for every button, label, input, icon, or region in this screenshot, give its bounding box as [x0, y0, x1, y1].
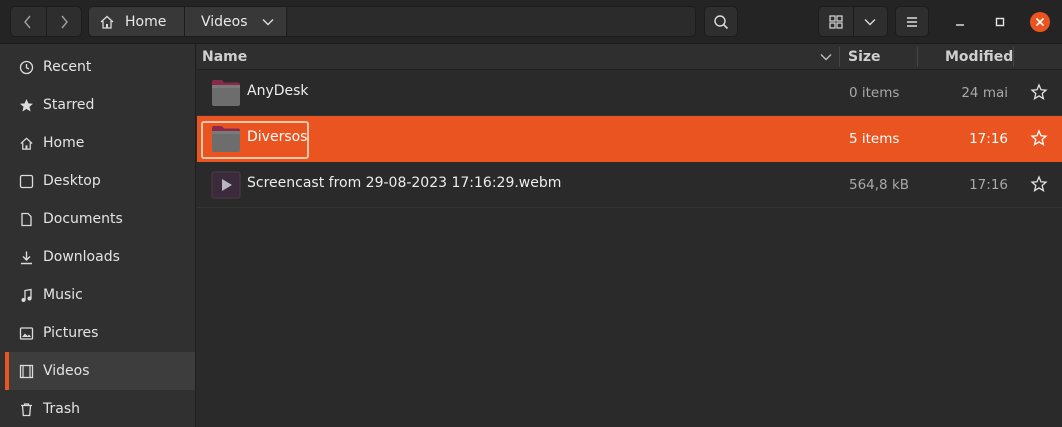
sidebar-item-music[interactable]: Music: [5, 276, 195, 314]
file-modified: 24 mai: [961, 85, 1008, 101]
column-separator: [917, 47, 918, 67]
main-menu-button[interactable]: [895, 6, 929, 37]
column-separator: [839, 47, 840, 67]
sidebar-item-home[interactable]: Home: [5, 124, 195, 162]
search-icon: [714, 14, 729, 29]
path-bar-empty[interactable]: [287, 7, 695, 36]
view-options-chevron-icon: [864, 18, 876, 25]
breadcrumb-videos[interactable]: Videos: [185, 7, 287, 36]
column-separator: [1013, 47, 1014, 67]
clock-icon: [18, 59, 35, 76]
grid-view-button[interactable]: [819, 7, 854, 36]
path-bar: Home Videos: [88, 6, 696, 37]
close-icon: [1030, 12, 1050, 32]
sidebar-item-pictures[interactable]: Pictures: [5, 314, 195, 352]
home-icon: [18, 135, 35, 152]
video-file-icon: [211, 171, 241, 199]
sort-chevron-icon[interactable]: [820, 53, 832, 61]
sidebar-item-videos[interactable]: Videos: [5, 352, 195, 390]
minimize-icon: [956, 24, 964, 26]
sidebar-item-label: Downloads: [43, 249, 120, 265]
picture-icon: [18, 325, 35, 342]
view-buttons: [818, 6, 888, 37]
column-size[interactable]: Size: [848, 49, 881, 65]
sidebar-item-label: Home: [43, 135, 85, 151]
sidebar-item-recent[interactable]: Recent: [5, 48, 195, 86]
chevron-down-icon: [262, 18, 274, 25]
list-item[interactable]: Screencast from 29-08-2023 17:16:29.webm…: [197, 162, 1062, 208]
file-name: Screencast from 29-08-2023 17:16:29.webm: [247, 175, 562, 191]
sidebar-item-label: Music: [43, 287, 83, 303]
file-modified: 17:16: [969, 131, 1008, 147]
sidebar-item-trash[interactable]: Trash: [5, 390, 195, 427]
star-icon[interactable]: [1030, 83, 1048, 101]
forward-icon: [61, 15, 68, 28]
history-buttons: [10, 6, 82, 37]
file-list: Name Size Modified AnyDesk 0 items 24 ma…: [197, 44, 1062, 427]
sidebar-item-documents[interactable]: Documents: [5, 200, 195, 238]
file-size: 564,8 kB: [849, 177, 910, 193]
maximize-icon: [995, 17, 1005, 27]
sidebar-item-label: Recent: [43, 59, 92, 75]
header-bar: Home Videos: [0, 0, 1062, 44]
trash-icon: [18, 401, 35, 418]
list-item[interactable]: AnyDesk 0 items 24 mai: [197, 70, 1062, 116]
view-options-button[interactable]: [854, 7, 888, 36]
folder-icon: [212, 80, 240, 106]
sidebar-item-label: Pictures: [43, 325, 99, 341]
close-button[interactable]: [1028, 10, 1052, 34]
sidebar-item-desktop[interactable]: Desktop: [5, 162, 195, 200]
list-item-selected[interactable]: Diversos 5 items 17:16: [197, 116, 1062, 162]
music-icon: [18, 287, 35, 304]
document-icon: [18, 211, 35, 228]
sidebar-item-label: Trash: [43, 401, 80, 417]
breadcrumb-videos-label: Videos: [201, 13, 248, 30]
video-icon: [18, 363, 35, 380]
file-name: AnyDesk: [247, 83, 309, 99]
breadcrumb-home[interactable]: Home: [89, 7, 185, 36]
file-size: 0 items: [849, 85, 900, 101]
sidebar-item-label: Desktop: [43, 173, 101, 189]
star-icon[interactable]: [1030, 129, 1048, 147]
breadcrumb-home-label: Home: [125, 13, 167, 30]
folder-icon: [212, 126, 240, 152]
file-size: 5 items: [849, 131, 900, 147]
sidebar-item-starred[interactable]: Starred: [5, 86, 195, 124]
home-icon: [100, 15, 114, 29]
back-button[interactable]: [11, 7, 46, 36]
file-modified: 17:16: [969, 177, 1008, 193]
maximize-button[interactable]: [988, 10, 1012, 34]
desktop-icon: [18, 173, 35, 190]
grid-view-icon: [829, 14, 843, 29]
sidebar-item-label: Videos: [43, 363, 90, 379]
sidebar-item-downloads[interactable]: Downloads: [5, 238, 195, 276]
star-icon[interactable]: [1030, 175, 1048, 193]
download-icon: [18, 249, 35, 266]
sidebar-item-label: Documents: [43, 211, 123, 227]
search-button[interactable]: [704, 6, 738, 37]
column-header: Name Size Modified: [197, 44, 1062, 70]
file-name: Diversos: [247, 129, 308, 145]
star-icon: [18, 97, 35, 114]
minimize-button[interactable]: [948, 10, 972, 34]
forward-button[interactable]: [45, 7, 81, 36]
column-name[interactable]: Name: [202, 49, 247, 65]
sidebar-item-label: Starred: [43, 97, 95, 113]
menu-icon: [907, 16, 917, 27]
back-icon: [24, 15, 32, 28]
column-modified[interactable]: Modified: [945, 49, 1013, 65]
